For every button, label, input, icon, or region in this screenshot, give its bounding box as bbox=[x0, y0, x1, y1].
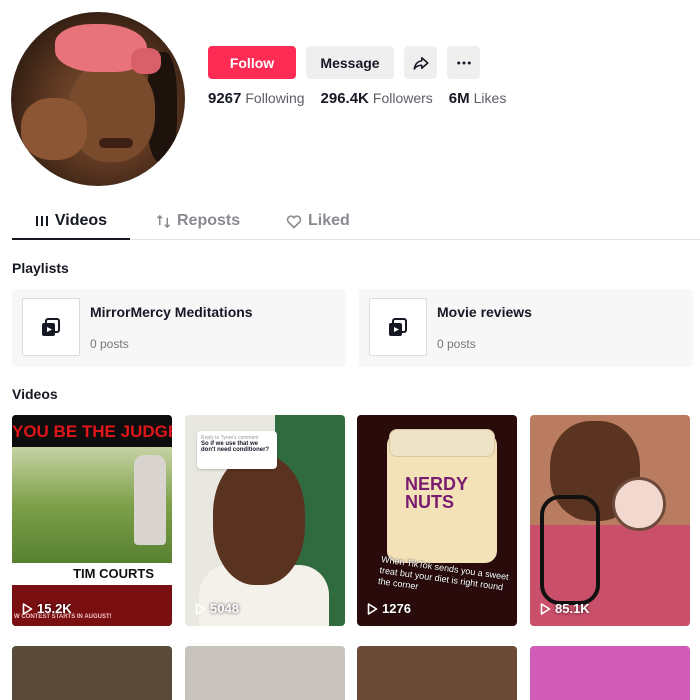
video-view-count: 85.1K bbox=[555, 601, 590, 616]
video-views: 85.1K bbox=[540, 601, 590, 616]
likes-count: 6M bbox=[448, 90, 470, 107]
video-person bbox=[134, 455, 166, 545]
video-view-count: 5048 bbox=[210, 601, 239, 616]
jar-label-text: NERDY NUTS bbox=[405, 474, 468, 512]
likes-stat: 6M Likes bbox=[449, 90, 507, 107]
following-label: Following bbox=[245, 90, 305, 106]
video-card[interactable] bbox=[530, 646, 690, 700]
video-name-text: TIM COURTS bbox=[12, 563, 172, 585]
videos-title: Videos bbox=[12, 386, 58, 402]
video-card[interactable] bbox=[357, 646, 517, 700]
more-button[interactable] bbox=[447, 46, 480, 79]
tab-liked[interactable]: Liked bbox=[286, 204, 350, 240]
playlist-icon bbox=[389, 318, 407, 336]
profile-stats: 9267 Following 296.4K Followers 6M Likes bbox=[208, 90, 506, 107]
followers-label: Followers bbox=[372, 90, 433, 106]
profile-actions: Follow Message bbox=[208, 46, 480, 79]
comment-reply-bubble: Reply to Tyree's comment So if we use th… bbox=[197, 431, 277, 469]
avatar-hand bbox=[21, 98, 87, 160]
share-button[interactable] bbox=[404, 46, 437, 79]
heart-icon bbox=[286, 215, 302, 229]
reply-text: So if we use that we don't need conditio… bbox=[201, 441, 270, 453]
video-views: 1276 bbox=[367, 601, 411, 616]
play-icon bbox=[367, 602, 378, 615]
following-count: 9267 bbox=[208, 90, 242, 107]
playlist-name: Movie reviews bbox=[437, 304, 532, 320]
grid-icon bbox=[35, 216, 48, 226]
playlist-thumb bbox=[369, 298, 427, 356]
playlist-card[interactable]: MirrorMercy Meditations 0 posts bbox=[12, 289, 346, 367]
playlist-count: 0 posts bbox=[90, 337, 129, 351]
video-face bbox=[213, 455, 305, 585]
following-stat[interactable]: 9267 Following bbox=[208, 90, 305, 107]
playlists-title: Playlists bbox=[12, 260, 69, 276]
video-card[interactable] bbox=[12, 646, 172, 700]
followers-count: 296.4K bbox=[320, 90, 369, 107]
video-views: 5048 bbox=[195, 601, 239, 616]
playlist-thumb bbox=[22, 298, 80, 356]
tab-videos-label: Videos bbox=[54, 212, 108, 229]
video-tin bbox=[612, 477, 666, 531]
video-views: 15.2K bbox=[22, 601, 72, 616]
likes-label: Likes bbox=[473, 90, 507, 106]
avatar-mouth bbox=[99, 138, 133, 148]
playlist-icon bbox=[42, 318, 60, 336]
video-card[interactable] bbox=[185, 646, 345, 700]
playlist-name: MirrorMercy Meditations bbox=[90, 304, 253, 320]
playlist-count: 0 posts bbox=[437, 337, 476, 351]
profile-tabs: Videos Reposts Liked bbox=[12, 204, 700, 240]
video-view-count: 1276 bbox=[382, 601, 411, 616]
video-view-count: 15.2K bbox=[37, 601, 72, 616]
tab-videos[interactable]: Videos bbox=[12, 204, 130, 240]
play-icon bbox=[540, 602, 551, 615]
video-card[interactable]: 85.1K bbox=[530, 415, 690, 626]
share-icon bbox=[413, 56, 428, 70]
video-cord bbox=[540, 495, 600, 605]
playlist-card[interactable]: Movie reviews 0 posts bbox=[359, 289, 693, 367]
tab-reposts-label: Reposts bbox=[177, 212, 241, 229]
tab-liked-label: Liked bbox=[308, 212, 350, 229]
followers-stat[interactable]: 296.4K Followers bbox=[321, 90, 433, 107]
profile-avatar[interactable] bbox=[11, 12, 185, 186]
tab-reposts[interactable]: Reposts bbox=[156, 204, 240, 240]
repost-icon bbox=[156, 214, 171, 229]
more-icon bbox=[456, 61, 471, 64]
play-icon bbox=[195, 602, 206, 615]
play-icon bbox=[22, 602, 33, 615]
video-jar-lid bbox=[389, 429, 495, 457]
video-banner-text: YOU BE THE JUDGE bbox=[12, 415, 172, 447]
video-card[interactable]: NERDY NUTS When TikTok sends you a sweet… bbox=[357, 415, 517, 626]
video-card[interactable]: YOU BE THE JUDGE TIM COURTS W CONTEST ST… bbox=[12, 415, 172, 626]
follow-button[interactable]: Follow bbox=[208, 46, 296, 79]
avatar-bandana-knot bbox=[131, 48, 161, 74]
video-card[interactable]: Reply to Tyree's comment So if we use th… bbox=[185, 415, 345, 626]
message-button[interactable]: Message bbox=[306, 46, 394, 79]
